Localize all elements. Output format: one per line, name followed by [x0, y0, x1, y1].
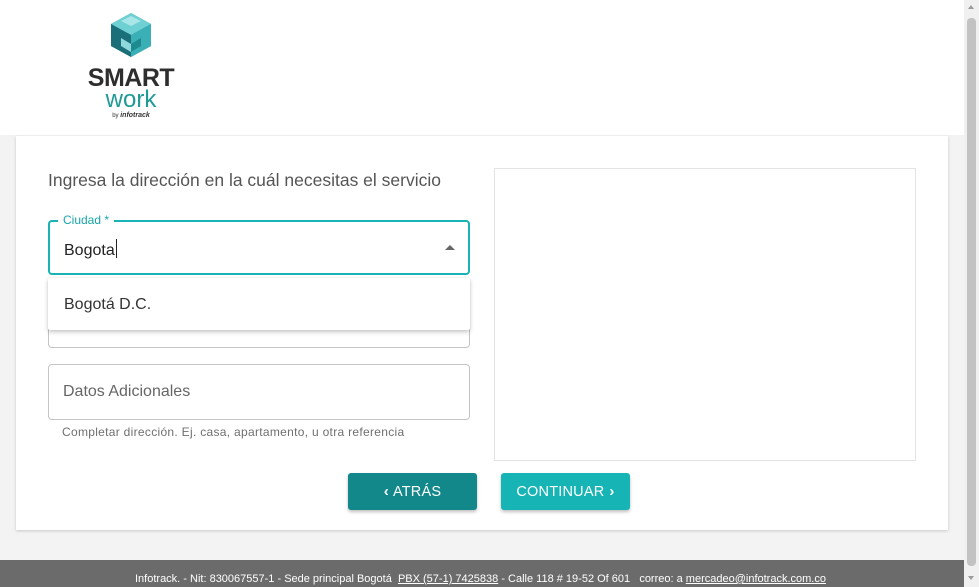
- continue-button-label: CONTINUAR: [516, 483, 605, 500]
- text-cursor: [115, 239, 117, 258]
- ciudad-dropdown: Bogotá D.C.: [48, 278, 470, 330]
- ciudad-input[interactable]: Bogota: [64, 239, 117, 260]
- ciudad-value: Bogota: [64, 242, 115, 259]
- footer-email-prefix: correo: a: [639, 573, 683, 585]
- footer-text: Infotrack. - Nit: 830067557-1 - Sede pri…: [135, 573, 826, 585]
- back-button-label: ATRÁS: [392, 483, 442, 500]
- cube-logo-icon: [111, 13, 151, 57]
- dropdown-option-bogota[interactable]: Bogotá D.C.: [64, 296, 151, 314]
- vertical-scrollbar[interactable]: [964, 0, 979, 587]
- address-form-card: Ingresa la dirección en la cuál necesita…: [16, 136, 948, 530]
- page-footer: Infotrack. - Nit: 830067557-1 - Sede pri…: [0, 560, 964, 587]
- form-title: Ingresa la dirección en la cuál necesita…: [48, 170, 441, 190]
- continue-button[interactable]: CONTINUAR ›: [501, 473, 630, 510]
- ciudad-label: Ciudad *: [58, 213, 115, 227]
- chevron-right-icon: ›: [609, 483, 615, 500]
- back-button[interactable]: ‹ ATRÁS: [348, 473, 477, 510]
- datos-helper-text: Completar dirección. Ej. casa, apartamen…: [62, 425, 405, 439]
- ciudad-select[interactable]: Ciudad * Bogota: [48, 213, 470, 275]
- page-header: SMART work by infotrack: [0, 0, 964, 135]
- footer-address: - Calle 118 # 19-52 Of 601: [501, 573, 631, 585]
- logo-brand-text: infotrack: [120, 112, 150, 119]
- logo-byline: by infotrack: [86, 112, 176, 120]
- chevron-left-icon: ‹: [383, 483, 389, 500]
- datos-adicionales-placeholder: Datos Adicionales: [63, 383, 191, 400]
- scroll-down-icon[interactable]: [968, 576, 974, 580]
- footer-email-link[interactable]: mercadeo@infotrack.com.co: [686, 573, 826, 585]
- logo-work-text: work: [105, 86, 157, 113]
- datos-adicionales-field[interactable]: Datos Adicionales: [48, 364, 470, 420]
- dropdown-arrow-icon[interactable]: [445, 245, 455, 250]
- logo-by-text: by: [112, 113, 119, 119]
- map-panel[interactable]: [494, 168, 916, 461]
- footer-phone-link[interactable]: PBX (57-1) 7425838: [398, 573, 498, 585]
- scrollbar-thumb[interactable]: [967, 18, 976, 566]
- footer-company: Infotrack. - Nit: 830067557-1 - Sede pri…: [135, 573, 392, 585]
- scroll-up-icon[interactable]: [968, 5, 974, 9]
- smartwork-logo[interactable]: SMART work by infotrack: [86, 12, 176, 122]
